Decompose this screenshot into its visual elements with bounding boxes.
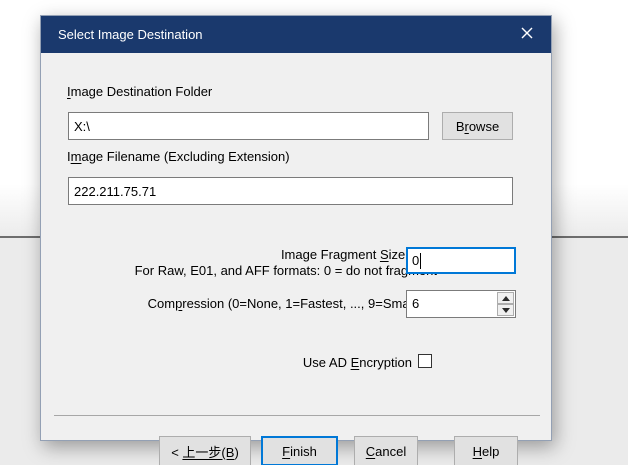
text-cursor — [420, 253, 421, 269]
fragment-size-label: Image Fragment Size (MB) For Raw, E01, a… — [135, 247, 437, 279]
compression-input[interactable]: 6 — [406, 290, 516, 318]
browse-button[interactable]: Browse — [442, 112, 513, 140]
spinner-up-icon — [502, 296, 510, 301]
destination-folder-label-rest: mage Destination Folder — [71, 84, 213, 99]
close-icon — [521, 27, 533, 42]
destination-folder-label: Image Destination Folder — [67, 84, 212, 99]
select-image-destination-dialog: Select Image Destination Image Destinati… — [40, 15, 552, 441]
browse-button-label: Browse — [456, 119, 499, 134]
close-button[interactable] — [509, 16, 545, 53]
encryption-label-pre: Use AD — [303, 355, 351, 370]
encryption-label-accel: E — [351, 355, 360, 370]
spinner-up-button[interactable] — [497, 292, 514, 304]
back-button[interactable]: < 上一步(B) — [159, 436, 251, 465]
fragment-size-value: 0 — [412, 253, 419, 268]
filename-label: Image Filename (Excluding Extension) — [67, 149, 290, 164]
filename-label-rest: age Filename (Excluding Extension) — [81, 149, 289, 164]
destination-folder-input[interactable] — [68, 112, 429, 140]
back-button-label: < 上一步(B) — [171, 442, 239, 461]
dialog-titlebar[interactable]: Select Image Destination — [41, 16, 551, 53]
screen: Select Image Destination Image Destinati… — [0, 0, 628, 465]
spinner-down-icon — [502, 308, 510, 313]
button-separator — [54, 415, 540, 416]
help-button-label: Help — [473, 444, 500, 459]
cancel-button[interactable]: Cancel — [354, 436, 418, 465]
fragment-size-label-line2: For Raw, E01, and AFF formats: 0 = do no… — [135, 263, 437, 279]
dialog-body: Image Destination Folder Browse Image Fi… — [41, 53, 551, 442]
compression-label: Compression (0=None, 1=Fastest, ..., 9=S… — [148, 296, 437, 312]
dialog-title: Select Image Destination — [58, 27, 203, 42]
compression-label-text: Compression (0=None, 1=Fastest, ..., 9=S… — [148, 296, 437, 312]
fragment-size-input[interactable]: 0 — [406, 247, 516, 274]
finish-button[interactable]: Finish — [261, 436, 338, 465]
filename-input[interactable] — [68, 177, 513, 205]
fragment-size-label-line1: Image Fragment Size (MB) — [135, 247, 437, 263]
compression-value: 6 — [412, 296, 419, 311]
encryption-label: Use AD Encryption — [303, 355, 412, 370]
compression-spinner — [497, 292, 514, 316]
help-button[interactable]: Help — [454, 436, 518, 465]
finish-button-label: Finish — [282, 444, 317, 459]
spinner-down-button[interactable] — [497, 304, 514, 316]
encryption-checkbox[interactable] — [418, 354, 432, 368]
filename-label-accel: m — [71, 149, 82, 164]
cancel-button-label: Cancel — [366, 444, 406, 459]
encryption-label-rest: ncryption — [359, 355, 412, 370]
